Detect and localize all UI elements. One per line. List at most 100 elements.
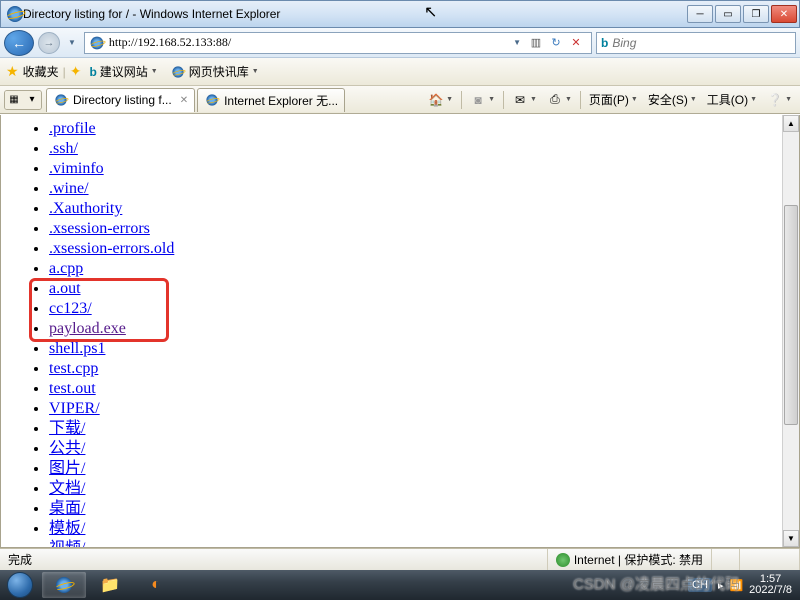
tools-menu[interactable]: 工具(O)▼ <box>703 89 761 110</box>
file-link[interactable]: .profile <box>49 120 96 137</box>
history-dropdown[interactable]: ▼ <box>64 38 80 47</box>
help-icon: ❔ <box>767 92 783 108</box>
file-link[interactable]: .wine/ <box>49 180 89 197</box>
bing-small-icon: b <box>89 65 96 79</box>
web-slice-gallery[interactable]: 网页快讯库 ▼ <box>166 61 263 82</box>
url-dropdown[interactable]: ▼ <box>509 38 525 47</box>
safety-menu[interactable]: 安全(S)▼ <box>644 89 701 110</box>
file-link[interactable]: .viminfo <box>49 160 104 177</box>
file-link[interactable]: test.out <box>49 380 96 397</box>
file-link[interactable]: a.out <box>49 280 81 297</box>
file-link[interactable]: shell.ps1 <box>49 340 105 357</box>
scroll-down-button[interactable]: ▼ <box>783 530 799 547</box>
search-bar[interactable]: b <box>596 32 796 54</box>
address-bar[interactable]: ▼ ▥ ↻ ✕ <box>84 32 592 54</box>
home-icon: 🏠 <box>428 92 444 108</box>
start-button[interactable] <box>0 570 40 600</box>
url-input[interactable] <box>109 35 509 50</box>
file-link[interactable]: 下载/ <box>49 420 85 437</box>
file-link[interactable]: .xsession-errors.old <box>49 240 174 257</box>
favorites-label[interactable]: 收藏夹 <box>23 63 59 80</box>
status-bar: 完成 Internet | 保护模式: 禁用 <box>0 548 800 570</box>
file-link[interactable]: a.cpp <box>49 260 83 277</box>
windows-logo-icon <box>7 572 33 598</box>
favorites-bar: ★ 收藏夹 | ✦ b 建议网站 ▼ 网页快讯库 ▼ <box>0 58 800 86</box>
page-content: .profile .ssh/ .viminfo .wine/ .Xauthority .x… <box>0 115 800 548</box>
status-privacy[interactable] <box>712 549 740 570</box>
feeds-button[interactable]: ◙▼ <box>466 90 499 110</box>
file-link[interactable]: 公共/ <box>49 440 85 457</box>
taskbar-explorer[interactable]: 📁 <box>88 572 132 598</box>
tab-ie-cannot-display[interactable]: Internet Explorer 无... <box>197 88 345 112</box>
taskbar-media-player[interactable]: ◐ <box>134 572 178 598</box>
page-menu[interactable]: 页面(P)▼ <box>585 89 642 110</box>
close-button[interactable]: ✕ <box>771 5 797 23</box>
list-item: .viminfo <box>49 159 799 179</box>
directory-listing: .profile .ssh/ .viminfo .wine/ .Xauthority .x… <box>1 115 799 548</box>
help-button[interactable]: ❔▼ <box>763 90 796 110</box>
refresh-icon[interactable]: ↻ <box>547 34 565 52</box>
tab-close-icon[interactable]: ✕ <box>180 95 188 106</box>
file-link[interactable]: VIPER/ <box>49 400 100 417</box>
stop-icon[interactable]: ✕ <box>567 34 585 52</box>
scroll-up-button[interactable]: ▲ <box>783 115 799 132</box>
file-link[interactable]: 桌面/ <box>49 500 85 517</box>
compat-view-icon[interactable]: ▥ <box>527 34 545 52</box>
internet-zone-icon <box>556 553 570 567</box>
list-item: payload.exe <box>49 319 799 339</box>
print-button[interactable]: ⎙▼ <box>543 90 576 110</box>
list-item: test.out <box>49 379 799 399</box>
add-favorite-icon[interactable]: ✦ <box>70 63 82 80</box>
tab-favicon <box>206 94 217 105</box>
tab-label: Directory listing f... <box>73 93 172 107</box>
file-link[interactable]: .xsession-errors <box>49 220 150 237</box>
file-link[interactable]: 视频/ <box>49 540 85 548</box>
forward-button[interactable]: → <box>38 32 60 54</box>
list-item: 文档/ <box>49 479 799 499</box>
csdn-watermark: CSDN @凌晨四点的代码 <box>573 573 740 594</box>
status-zone[interactable]: Internet | 保护模式: 禁用 <box>548 549 712 570</box>
file-link[interactable]: .ssh/ <box>49 140 78 157</box>
tray-date[interactable]: 2022/7/8 <box>749 585 792 596</box>
quick-tabs-button[interactable]: ▦▾ <box>4 90 42 110</box>
list-item: 模板/ <box>49 519 799 539</box>
bing-icon: b <box>601 36 608 50</box>
file-link[interactable]: 图片/ <box>49 460 85 477</box>
list-item: .profile <box>49 119 799 139</box>
list-item: a.out <box>49 279 799 299</box>
folder-icon: 📁 <box>100 575 120 595</box>
tab-directory-listing[interactable]: Directory listing f... ✕ <box>46 88 195 112</box>
list-item: VIPER/ <box>49 399 799 419</box>
file-link[interactable]: cc123/ <box>49 300 92 317</box>
maximize-button-2[interactable]: ❐ <box>743 5 769 23</box>
search-input[interactable] <box>612 36 791 50</box>
vertical-scrollbar[interactable]: ▲ ▼ <box>782 115 799 547</box>
file-link[interactable]: test.cpp <box>49 360 98 377</box>
list-item: .wine/ <box>49 179 799 199</box>
scroll-thumb[interactable] <box>784 205 798 425</box>
read-mail-button[interactable]: ✉▼ <box>508 90 541 110</box>
list-item: 桌面/ <box>49 499 799 519</box>
file-link[interactable]: .Xauthority <box>49 200 122 217</box>
list-item: 下载/ <box>49 419 799 439</box>
file-link[interactable]: 文档/ <box>49 480 85 497</box>
tab-favicon <box>55 94 66 105</box>
favorites-star-icon[interactable]: ★ <box>6 63 19 80</box>
tabs-bar: ▦▾ Directory listing f... ✕ Internet Exp… <box>0 86 800 114</box>
navigation-bar: ← → ▼ ▼ ▥ ↻ ✕ b <box>0 28 800 58</box>
list-item: 图片/ <box>49 459 799 479</box>
minimize-button[interactable]: ─ <box>687 5 713 23</box>
status-zoom[interactable] <box>740 549 800 570</box>
home-button[interactable]: 🏠▼ <box>424 90 457 110</box>
file-link[interactable]: payload.exe <box>49 320 126 337</box>
mail-icon: ✉ <box>512 92 528 108</box>
list-item: .xsession-errors <box>49 219 799 239</box>
maximize-button[interactable]: ▭ <box>715 5 741 23</box>
file-link[interactable]: 模板/ <box>49 520 85 537</box>
page-icon <box>91 36 104 49</box>
back-button[interactable]: ← <box>4 30 34 56</box>
list-item: 公共/ <box>49 439 799 459</box>
suggested-sites[interactable]: b 建议网站 ▼ <box>85 61 161 82</box>
taskbar-ie[interactable] <box>42 572 86 598</box>
list-item: a.cpp <box>49 259 799 279</box>
